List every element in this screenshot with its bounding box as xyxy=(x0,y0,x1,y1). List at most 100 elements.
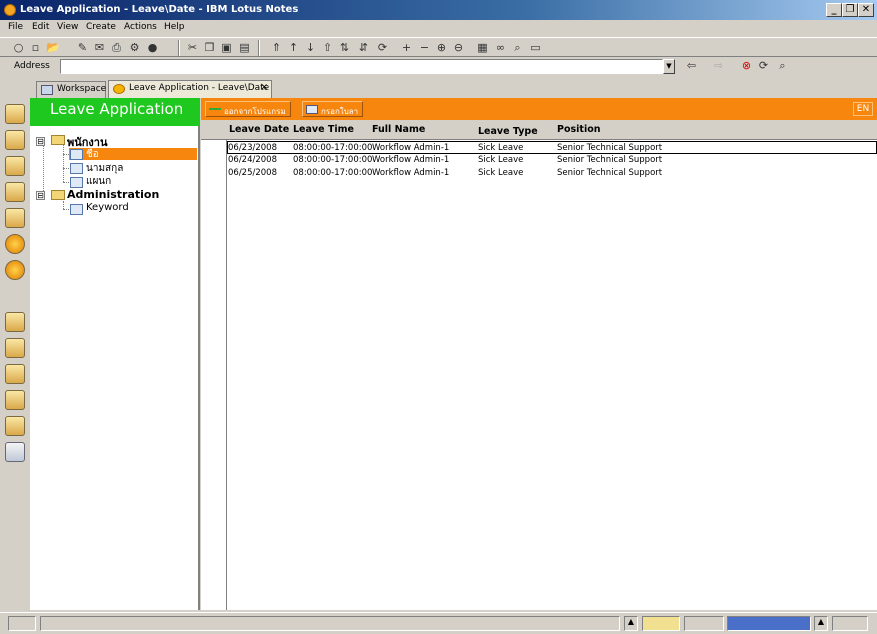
column-leave-date[interactable]: Leave Date xyxy=(229,124,289,135)
properties-icon[interactable]: ▭ xyxy=(529,41,542,54)
close-button[interactable]: ✕ xyxy=(858,3,874,17)
bookmark-bar xyxy=(0,98,30,608)
column-leave-type[interactable]: Leave Type xyxy=(478,126,538,137)
cell-leave-time: 08:00:00-17:00:00 xyxy=(293,143,373,153)
tree-expander-icon[interactable]: ⊟ xyxy=(36,137,45,146)
contacts-bookmark-icon[interactable] xyxy=(5,156,25,176)
tab-close-icon[interactable]: ✕ xyxy=(260,83,268,93)
column-leave-time[interactable]: Leave Time xyxy=(293,124,354,135)
binoculars-icon[interactable]: ∞ xyxy=(494,41,507,54)
language-button[interactable]: EN xyxy=(853,102,873,116)
more-bookmark-icon[interactable] xyxy=(5,442,25,462)
applications-bookmark-icon[interactable] xyxy=(5,390,25,410)
paste-special-icon[interactable]: ▤ xyxy=(238,41,251,54)
expand-icon[interactable]: + xyxy=(400,41,413,54)
exit-program-button[interactable]: ออกจากโปรแกรม xyxy=(205,101,291,117)
menu-edit[interactable]: Edit xyxy=(32,22,49,32)
history-bookmark-icon[interactable] xyxy=(5,416,25,436)
save-icon[interactable]: ▫ xyxy=(29,41,42,54)
address-input[interactable] xyxy=(60,59,663,74)
location-up-icon[interactable]: ▲ xyxy=(814,616,828,631)
todo-bookmark-icon[interactable] xyxy=(5,182,25,202)
tab-leave-application[interactable]: Leave Application - Leave\Date ✕ xyxy=(108,80,272,98)
cell-leave-date: 06/25/2008 xyxy=(228,168,277,178)
minimize-button[interactable]: _ xyxy=(826,3,842,17)
new-icon[interactable]: ○ xyxy=(12,41,25,54)
favorites-bookmark-icon[interactable] xyxy=(5,312,25,332)
tree-item-department[interactable]: แผนก xyxy=(86,174,111,189)
folder-bookmark-icon[interactable] xyxy=(5,364,25,384)
collapse-icon[interactable]: − xyxy=(418,41,431,54)
search-web-icon[interactable]: ⌕ xyxy=(776,59,789,72)
status-up-icon[interactable]: ▲ xyxy=(624,616,638,631)
status-message xyxy=(40,616,620,631)
navigate-unread-icon[interactable]: ⇅ xyxy=(338,41,351,54)
view-icon xyxy=(70,177,83,188)
view-icon xyxy=(70,163,83,174)
tab-label: Leave Application - Leave\Date xyxy=(129,83,270,93)
form-icon xyxy=(306,105,318,114)
welcome-bookmark-icon[interactable] xyxy=(5,234,25,254)
status-indicator[interactable] xyxy=(8,616,36,631)
back-icon[interactable]: ⇦ xyxy=(685,59,698,72)
navigate-first-icon[interactable]: ⇑ xyxy=(270,41,283,54)
web-bookmark-icon[interactable] xyxy=(5,260,25,280)
copy-icon[interactable]: ❐ xyxy=(203,41,216,54)
user-icon[interactable]: ● xyxy=(146,41,159,54)
menu-view[interactable]: View xyxy=(57,22,78,32)
fill-leave-form-button[interactable]: กรอกใบลา xyxy=(302,101,364,117)
cell-leave-date: 06/23/2008 xyxy=(228,143,277,153)
inbox-icon[interactable] xyxy=(832,616,868,631)
location-field[interactable] xyxy=(727,616,811,631)
status-bar: ▲ ▲ xyxy=(0,612,877,634)
tree-item-administration[interactable]: Administration xyxy=(67,188,159,201)
toolbar-separator xyxy=(178,40,180,56)
calendar-bookmark-icon[interactable] xyxy=(5,130,25,150)
replication-bookmark-icon[interactable] xyxy=(5,208,25,228)
search-icon[interactable]: ⌕ xyxy=(511,41,524,54)
address-bar: Address ▼ ⇦ ⇨ ⊗ ⟳ ⌕ xyxy=(0,58,877,76)
cell-leave-time: 08:00:00-17:00:00 xyxy=(293,168,373,178)
databases-bookmark-icon[interactable] xyxy=(5,338,25,358)
tab-workspace[interactable]: Workspace xyxy=(36,81,106,98)
table-row[interactable]: 06/25/2008 08:00:00-17:00:00 Workflow Ad… xyxy=(227,167,877,180)
mail-icon[interactable]: ✉ xyxy=(93,41,106,54)
menu-file[interactable]: File xyxy=(8,22,23,32)
navigate-icon[interactable]: ⇵ xyxy=(357,41,370,54)
exit-arrow-icon xyxy=(209,108,221,114)
column-full-name[interactable]: Full Name xyxy=(372,124,425,135)
tree-expander-icon[interactable]: ⊟ xyxy=(36,191,45,200)
table-row[interactable]: 06/24/2008 08:00:00-17:00:00 Workflow Ad… xyxy=(227,154,877,167)
open-icon[interactable]: 📂 xyxy=(46,41,60,54)
tree-connector xyxy=(63,209,69,210)
refresh-page-icon[interactable]: ⟳ xyxy=(757,59,770,72)
tree-item-keyword[interactable]: Keyword xyxy=(86,202,129,213)
mail-bookmark-icon[interactable] xyxy=(5,104,25,124)
navigate-up-icon[interactable]: ↑ xyxy=(287,41,300,54)
navigate-next-icon[interactable]: ⇧ xyxy=(321,41,334,54)
navigator-pane: Leave Application ⊟ พนักงาน ชื่อ นามสกุล… xyxy=(30,98,200,610)
edit-icon[interactable]: ✎ xyxy=(76,41,89,54)
table-row[interactable]: 06/23/2008 08:00:00-17:00:00 Workflow Ad… xyxy=(227,141,877,154)
forward-icon[interactable]: ⇨ xyxy=(712,59,725,72)
cut-icon[interactable]: ✂ xyxy=(186,41,199,54)
print-icon[interactable]: ⎙ xyxy=(110,41,123,54)
stop-icon[interactable]: ⊗ xyxy=(740,59,753,72)
maximize-button[interactable]: ❐ xyxy=(842,3,858,17)
tree-connector xyxy=(63,144,64,182)
preview-icon[interactable]: ▦ xyxy=(476,41,489,54)
address-dropdown-icon[interactable]: ▼ xyxy=(663,59,675,74)
column-position[interactable]: Position xyxy=(557,124,601,135)
location-icon[interactable] xyxy=(684,616,724,631)
menu-help[interactable]: Help xyxy=(164,22,185,32)
tree-item-first-name[interactable]: ชื่อ xyxy=(86,147,99,162)
paste-icon[interactable]: ▣ xyxy=(220,41,233,54)
key-icon[interactable] xyxy=(642,616,680,631)
refresh-icon[interactable]: ⟳ xyxy=(376,41,389,54)
menu-actions[interactable]: Actions xyxy=(124,22,157,32)
navigate-down-icon[interactable]: ↓ xyxy=(304,41,317,54)
replicate-icon[interactable]: ⚙ xyxy=(128,41,141,54)
expand-all-icon[interactable]: ⊕ xyxy=(435,41,448,54)
collapse-all-icon[interactable]: ⊖ xyxy=(452,41,465,54)
menu-create[interactable]: Create xyxy=(86,22,116,32)
